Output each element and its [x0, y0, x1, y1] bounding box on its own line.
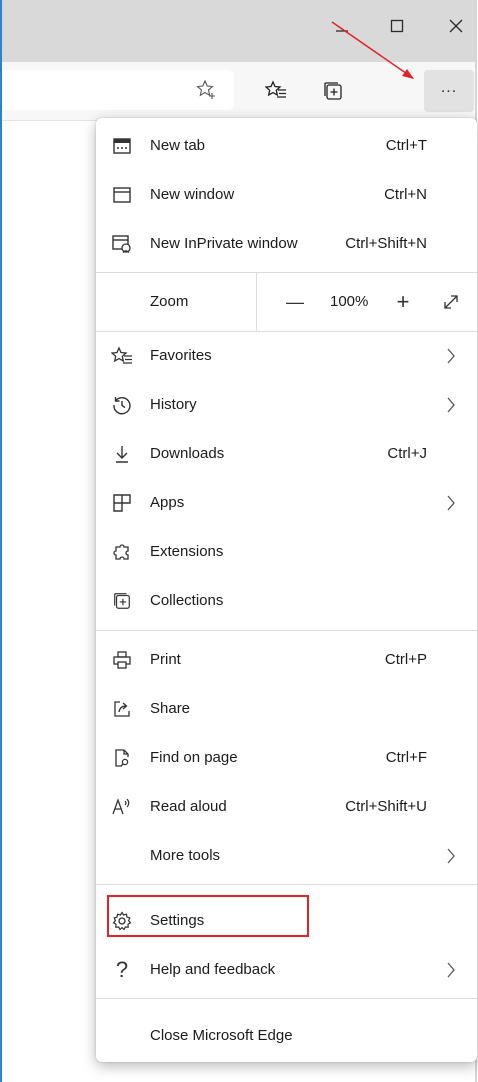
edge-window: ... New tab Ctrl+T New window Ctrl+N New… — [0, 0, 478, 1082]
menu-item-share[interactable]: Share — [96, 685, 477, 734]
new-inprivate-label: New InPrivate window — [150, 235, 298, 252]
close-edge-label: Close Microsoft Edge — [150, 1027, 293, 1044]
new-tab-label: New tab — [150, 137, 206, 154]
favorites-button[interactable] — [259, 74, 293, 108]
apps-icon — [110, 491, 134, 515]
favorites-icon — [265, 80, 286, 98]
find-on-page-label: Find on page — [150, 749, 238, 766]
new-window-icon — [110, 183, 134, 207]
download-icon — [110, 442, 134, 466]
favorites-label: Favorites — [150, 347, 212, 364]
menu-item-more-tools[interactable]: More tools — [96, 832, 477, 881]
menu-item-collections[interactable]: Collections — [96, 577, 477, 626]
full-screen-button[interactable] — [436, 288, 466, 316]
menu-item-help-and-feedback[interactable]: ? Help and feedback — [96, 946, 477, 995]
chevron-right-icon — [447, 962, 455, 978]
read-aloud-icon — [110, 795, 134, 819]
menu-separator — [96, 884, 477, 885]
print-icon — [110, 648, 134, 672]
new-tab-shortcut: Ctrl+T — [385, 137, 427, 154]
menu-separator — [96, 630, 477, 631]
zoom-row: Zoom — 100% + — [96, 273, 477, 331]
menu-item-new-inprivate-window[interactable]: New InPrivate window Ctrl+Shift+N — [96, 220, 477, 269]
new-window-label: New window — [150, 186, 235, 203]
new-inprivate-shortcut: Ctrl+Shift+N — [345, 235, 427, 252]
menu-item-apps[interactable]: Apps — [96, 479, 477, 528]
minimize-button[interactable] — [322, 10, 362, 42]
title-bar — [2, 0, 475, 62]
maximize-button[interactable] — [377, 10, 417, 42]
zoom-out-button[interactable]: — — [280, 288, 310, 316]
add-favorite-star-icon — [196, 79, 215, 99]
downloads-label: Downloads — [150, 445, 225, 462]
menu-item-read-aloud[interactable]: Read aloud Ctrl+Shift+U — [96, 783, 477, 832]
zoom-value: 100% — [330, 293, 369, 310]
zoom-label: Zoom — [150, 293, 189, 310]
collections-button[interactable] — [316, 74, 350, 108]
settings-label: Settings — [150, 912, 205, 929]
find-on-page-shortcut: Ctrl+F — [385, 749, 427, 766]
menu-item-downloads[interactable]: Downloads Ctrl+J — [96, 430, 477, 479]
print-shortcut: Ctrl+P — [384, 651, 427, 668]
chevron-right-icon — [447, 348, 455, 364]
close-window-button[interactable] — [436, 10, 476, 42]
extensions-icon — [110, 540, 134, 564]
address-bar[interactable] — [2, 70, 234, 110]
menu-item-favorites[interactable]: Favorites — [96, 332, 477, 381]
menu-item-print[interactable]: Print Ctrl+P — [96, 636, 477, 685]
more-label: ... — [440, 79, 458, 96]
extensions-label: Extensions — [150, 543, 224, 560]
help-label: Help and feedback — [150, 961, 276, 978]
collections-label: Collections — [150, 592, 224, 609]
print-label: Print — [150, 651, 181, 668]
menu-item-history[interactable]: History — [96, 381, 477, 430]
apps-label: Apps — [150, 494, 185, 511]
new-window-shortcut: Ctrl+N — [384, 186, 427, 203]
full-screen-icon — [444, 295, 458, 309]
history-label: History — [150, 396, 197, 413]
add-favorite-button[interactable] — [190, 73, 224, 107]
close-icon — [449, 19, 463, 33]
menu-item-close-microsoft-edge[interactable]: Close Microsoft Edge — [96, 1012, 477, 1061]
chevron-right-icon — [447, 495, 455, 511]
chevron-right-icon — [447, 397, 455, 413]
collections-icon — [324, 82, 342, 100]
gear-icon — [110, 909, 134, 933]
help-icon: ? — [115, 957, 129, 982]
share-icon — [110, 697, 134, 721]
read-aloud-shortcut: Ctrl+Shift+U — [345, 798, 427, 815]
maximize-icon — [390, 19, 404, 33]
menu-item-extensions[interactable]: Extensions — [96, 528, 477, 577]
collections-icon — [110, 589, 134, 613]
new-tab-icon — [110, 134, 134, 158]
chevron-right-icon — [447, 848, 455, 864]
zoom-out-label: — — [286, 291, 304, 312]
read-aloud-label: Read aloud — [150, 798, 227, 815]
share-label: Share — [150, 700, 191, 717]
menu-item-settings[interactable]: Settings — [96, 897, 477, 946]
menu-item-find-on-page[interactable]: Find on page Ctrl+F — [96, 734, 477, 783]
menu-separator — [96, 998, 477, 999]
minimize-icon — [336, 30, 348, 32]
settings-and-more-menu: New tab Ctrl+T New window Ctrl+N New InP… — [96, 118, 477, 1062]
browser-toolbar: ... — [2, 62, 475, 121]
inprivate-icon — [110, 232, 134, 256]
zoom-divider — [256, 273, 257, 331]
find-on-page-icon — [110, 746, 134, 770]
more-tools-label: More tools — [150, 847, 221, 864]
favorites-icon — [110, 344, 134, 368]
downloads-shortcut: Ctrl+J — [387, 445, 427, 462]
menu-item-new-window[interactable]: New window Ctrl+N — [96, 171, 477, 220]
zoom-in-button[interactable]: + — [388, 288, 418, 316]
zoom-in-label: + — [396, 289, 410, 314]
history-icon — [110, 393, 134, 417]
menu-item-new-tab[interactable]: New tab Ctrl+T — [96, 122, 477, 171]
settings-and-more-button[interactable]: ... — [424, 70, 474, 112]
